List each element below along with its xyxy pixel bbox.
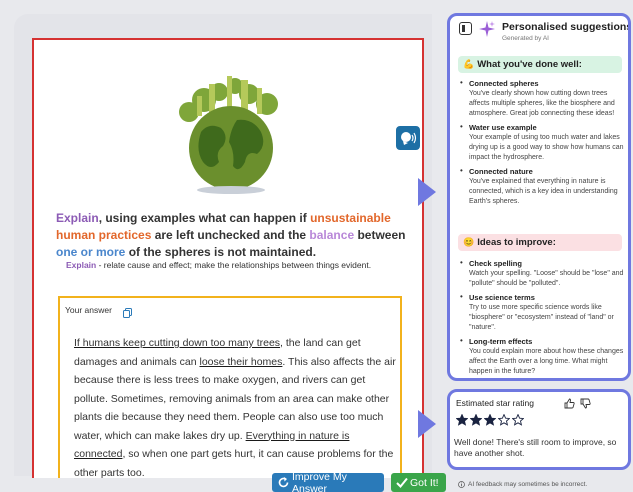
suggestion-body: You could explain more about how these c… — [469, 348, 624, 375]
suggestion-item: Long-term effects You could explain more … — [460, 336, 624, 377]
speaker-head-icon — [401, 132, 417, 145]
suggestions-title: Personalised suggestions — [502, 21, 631, 33]
improve-heading: 😊 Ideas to improve: — [458, 234, 622, 251]
star-empty-icon — [498, 414, 510, 426]
done-well-heading-label: What you've done well: — [477, 59, 582, 70]
star-rating-panel: Estimated star rating Well done! There's… — [447, 389, 631, 470]
text-segment: loose their homes — [199, 355, 283, 368]
answer-box[interactable]: Your answer If humans keep cutting down … — [58, 296, 402, 478]
suggestion-title: Connected nature — [469, 167, 533, 176]
hint-keyword: Explain — [66, 260, 97, 270]
sparkle-icon — [478, 20, 496, 38]
got-it-label: Got It! — [410, 476, 439, 489]
suggestion-item: Check spelling Watch your spelling. "Loos… — [460, 258, 624, 289]
suggestion-item: Water use example Your example of using t… — [460, 122, 624, 163]
flexed-arm-icon: 💪 — [463, 59, 475, 69]
star-rating-label: Estimated star rating — [456, 398, 534, 408]
ai-disclaimer-text: AI feedback may sometimes be incorrect. — [468, 481, 588, 488]
star-filled-icon — [470, 414, 482, 426]
text-segment: If humans keep cutting down too many tre… — [74, 337, 281, 349]
suggestions-header: Personalised suggestions Generated by AI — [450, 16, 628, 52]
answer-label: Your answer — [65, 305, 112, 315]
done-well-list: Connected spheres You've clearly shown ho… — [460, 78, 624, 211]
suggestion-title: Check spelling — [469, 259, 522, 268]
star-filled-icon — [456, 414, 468, 426]
text-segment: balance — [309, 228, 355, 242]
star-filled-icon — [484, 414, 496, 426]
suggestions-subtitle: Generated by AI — [502, 35, 549, 42]
improve-answer-label: Improve My Answer — [292, 470, 347, 492]
suggestion-body: You've explained that everything in natu… — [469, 178, 618, 205]
suggestion-body: Watch your spelling. "Loose" should be "… — [469, 270, 624, 287]
arrow-pointer-icon — [418, 178, 436, 206]
suggestion-body: Try to use more specific science words l… — [469, 304, 614, 331]
text-segment: Explain — [56, 211, 99, 225]
suggestion-body: Your example of using too much water and… — [469, 134, 624, 161]
answer-text[interactable]: If humans keep cutting down too many tre… — [74, 334, 396, 478]
suggestion-body: You've clearly shown how cutting down tr… — [469, 90, 615, 117]
text-segment: of the spheres is not maintained. — [125, 245, 317, 259]
text-segment: are left unchecked and the — [151, 228, 310, 242]
question-text: Explain, using examples what can happen … — [56, 210, 416, 261]
star-rating — [456, 414, 524, 426]
star-empty-icon — [512, 414, 524, 426]
suggestion-item: Connected spheres You've clearly shown ho… — [460, 78, 624, 119]
checkmark-icon — [396, 477, 408, 488]
text-segment: between — [354, 228, 406, 242]
improve-heading-label: Ideas to improve: — [477, 237, 556, 248]
smiley-icon: 😊 — [463, 237, 475, 247]
copy-icon[interactable] — [123, 305, 132, 318]
suggestion-title: Long-term effects — [469, 337, 533, 346]
hint-description: - relate cause and effect; make the rela… — [96, 260, 372, 270]
done-well-heading: 💪 What you've done well: — [458, 56, 622, 73]
text-segment: , using examples what can happen if — [98, 211, 311, 225]
suggestion-title: Use science terms — [469, 293, 535, 302]
hint-text: Explain - relate cause and effect; make … — [66, 260, 416, 270]
earth-illustration — [149, 62, 309, 202]
suggestions-panel: Personalised suggestions Generated by AI… — [447, 13, 631, 381]
panel-toggle-icon[interactable] — [459, 22, 472, 35]
star-rating-message: Well done! There's still room to improve… — [454, 437, 617, 458]
suggestion-item: Use science terms Try to use more specifi… — [460, 292, 624, 333]
suggestion-title: Connected spheres — [469, 79, 539, 88]
info-icon — [458, 481, 465, 488]
got-it-button[interactable]: Got It! — [391, 473, 446, 492]
thumbs-up-icon[interactable] — [564, 396, 575, 409]
arrow-pointer-icon — [418, 410, 436, 438]
worksheet-card: Explain, using examples what can happen … — [32, 38, 424, 478]
thumbs-down-icon[interactable] — [580, 396, 591, 409]
ai-disclaimer: AI feedback may sometimes be incorrect. — [458, 481, 587, 488]
improve-answer-button[interactable]: Improve My Answer — [272, 470, 384, 492]
listen-button[interactable] — [396, 126, 420, 150]
improve-list: Check spelling Watch your spelling. "Loos… — [460, 258, 624, 378]
suggestion-title: Water use example — [469, 123, 537, 132]
text-segment: one or more — [56, 245, 126, 259]
suggestion-item: Connected nature You've explained that ev… — [460, 166, 624, 207]
refresh-icon — [277, 476, 290, 489]
